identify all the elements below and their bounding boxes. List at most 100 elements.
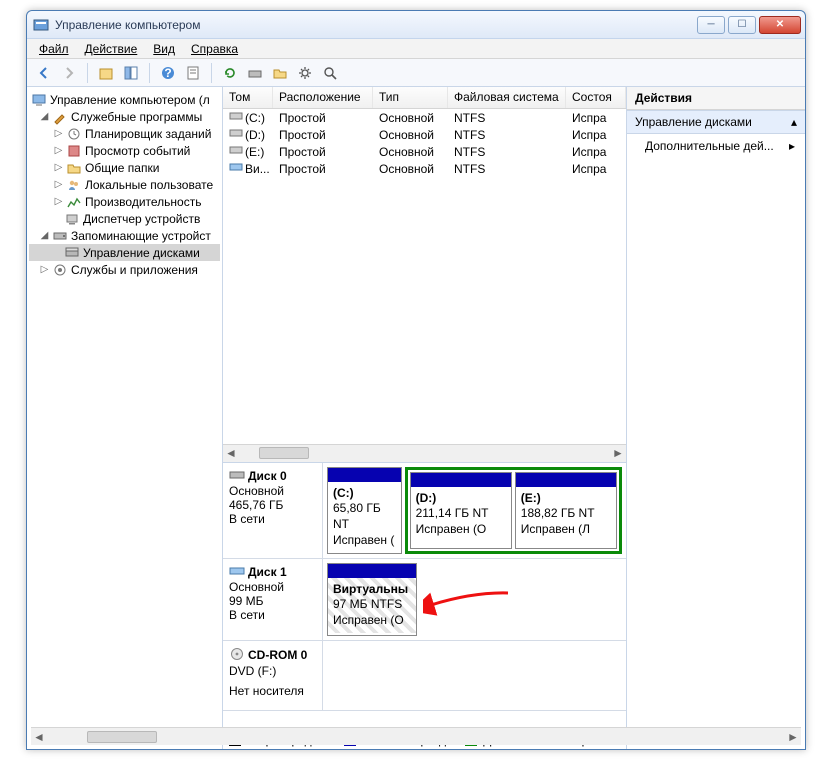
cdrom-row[interactable]: CD-ROM 0 DVD (F:) Нет носителя: [223, 641, 626, 711]
tree-root[interactable]: Управление компьютером (л: [29, 91, 220, 108]
actions-panel: Действия Управление дисками ▴ Дополнител…: [627, 87, 805, 749]
center-panel: Том Расположение Тип Файловая система Со…: [223, 87, 627, 749]
titlebar[interactable]: Управление компьютером ─ ☐ ✕: [27, 11, 805, 39]
volume-icon: [229, 161, 243, 173]
tools-icon: [52, 109, 68, 125]
props-button[interactable]: [182, 62, 204, 84]
storage-icon: [52, 228, 68, 244]
tree-group-storage[interactable]: ◢Запоминающие устройст: [29, 227, 220, 244]
toolbar: ?: [27, 59, 805, 87]
minimize-button[interactable]: ─: [697, 16, 725, 34]
cdrom-info[interactable]: CD-ROM 0 DVD (F:) Нет носителя: [223, 641, 323, 710]
table-row[interactable]: (C:)ПростойОсновнойNTFSИспра: [223, 109, 626, 126]
app-icon: [33, 17, 49, 33]
disk-icon: [229, 469, 245, 484]
disk-0-info[interactable]: Диск 0 Основной 465,76 ГБ В сети: [223, 463, 323, 558]
menu-action[interactable]: Действие: [77, 40, 146, 58]
actions-section[interactable]: Управление дисками ▴: [627, 110, 805, 134]
actions-title: Действия: [627, 87, 805, 110]
window-hscrollbar[interactable]: ◄►: [31, 727, 801, 745]
col-layout[interactable]: Расположение: [273, 87, 373, 108]
tree-group-system-tools[interactable]: ◢ Служебные программы: [29, 108, 220, 125]
diskmgmt-icon: [64, 245, 80, 261]
menubar: Файл Действие Вид Справка: [27, 39, 805, 59]
volume-icon: [229, 127, 243, 139]
event-icon: [66, 143, 82, 159]
col-status[interactable]: Состоя: [566, 87, 626, 108]
nav-tree[interactable]: Управление компьютером (л ◢ Служебные пр…: [27, 87, 223, 749]
volume-icon: [229, 144, 243, 156]
settings-button[interactable]: [294, 62, 316, 84]
perf-icon: [66, 194, 82, 210]
window-buttons: ─ ☐ ✕: [697, 16, 801, 34]
tree-item-scheduler[interactable]: ▷Планировщик заданий: [29, 125, 220, 142]
clock-icon: [66, 126, 82, 142]
partition-d[interactable]: (D:)211,14 ГБ NTИсправен (О: [410, 472, 512, 549]
forward-button[interactable]: [58, 62, 80, 84]
users-icon: [66, 177, 82, 193]
up-button[interactable]: [95, 62, 117, 84]
expand-icon[interactable]: ▷: [53, 128, 64, 139]
maximize-button[interactable]: ☐: [728, 16, 756, 34]
collapse-icon[interactable]: ▴: [791, 115, 797, 129]
disk-icon: [229, 565, 245, 580]
volumes-rows: (C:)ПростойОсновнойNTFSИспра (D:)Простой…: [223, 109, 626, 177]
extended-partition: (D:)211,14 ГБ NTИсправен (О (E:)188,82 Г…: [405, 467, 622, 554]
disk-1-info[interactable]: Диск 1 Основной 99 МБ В сети: [223, 559, 323, 640]
search-button[interactable]: [319, 62, 341, 84]
tree-item-users[interactable]: ▷Локальные пользовате: [29, 176, 220, 193]
expand-icon[interactable]: ▷: [53, 179, 64, 190]
expand-icon[interactable]: ▷: [53, 145, 64, 156]
show-tree-button[interactable]: [120, 62, 142, 84]
close-button[interactable]: ✕: [759, 16, 801, 34]
partition-c[interactable]: (C:)65,80 ГБ NTИсправен (: [327, 467, 402, 554]
services-icon: [52, 262, 68, 278]
volumes-table[interactable]: Том Расположение Тип Файловая система Со…: [223, 87, 626, 177]
expand-icon[interactable]: ▷: [53, 162, 64, 173]
table-hscrollbar[interactable]: ◄►: [223, 444, 626, 462]
computer-icon: [31, 92, 47, 108]
table-row[interactable]: (D:)ПростойОсновнойNTFSИспра: [223, 126, 626, 143]
disk-0-partitions: (C:)65,80 ГБ NTИсправен ( (D:)211,14 ГБ …: [323, 463, 626, 558]
expand-icon[interactable]: ▷: [53, 196, 64, 207]
tree-item-devmgr[interactable]: Диспетчер устройств: [29, 210, 220, 227]
tree-item-diskmgmt[interactable]: Управление дисками: [29, 244, 220, 261]
collapse-icon[interactable]: ◢: [39, 230, 50, 241]
tree-item-perf[interactable]: ▷Производительность: [29, 193, 220, 210]
col-filesystem[interactable]: Файловая система: [448, 87, 566, 108]
tree-item-shared[interactable]: ▷Общие папки: [29, 159, 220, 176]
svg-text:?: ?: [164, 66, 171, 80]
actions-more[interactable]: Дополнительные дей... ▸: [627, 134, 805, 158]
disk-list-button[interactable]: [244, 62, 266, 84]
disk-1-row[interactable]: Диск 1 Основной 99 МБ В сети Виртуальны9…: [223, 559, 626, 641]
folder-icon: [66, 160, 82, 176]
expand-icon[interactable]: ▷: [39, 264, 50, 275]
window: Управление компьютером ─ ☐ ✕ Файл Действ…: [26, 10, 806, 750]
device-icon: [64, 211, 80, 227]
refresh-button[interactable]: [219, 62, 241, 84]
back-button[interactable]: [33, 62, 55, 84]
window-title: Управление компьютером: [55, 18, 697, 32]
menu-view[interactable]: Вид: [145, 40, 183, 58]
menu-file[interactable]: Файл: [31, 40, 77, 58]
partition-virtual[interactable]: Виртуальны97 МБ NTFSИсправен (О: [327, 563, 417, 636]
tree-item-eventviewer[interactable]: ▷Просмотр событий: [29, 142, 220, 159]
disk-0-row[interactable]: Диск 0 Основной 465,76 ГБ В сети (C:)65,…: [223, 463, 626, 559]
volumes-header[interactable]: Том Расположение Тип Файловая система Со…: [223, 87, 626, 109]
disk-map: Диск 0 Основной 465,76 ГБ В сети (C:)65,…: [223, 462, 626, 730]
table-row[interactable]: (E:)ПростойОсновнойNTFSИспра: [223, 143, 626, 160]
partition-e[interactable]: (E:)188,82 ГБ NTИсправен (Л: [515, 472, 617, 549]
help-button[interactable]: ?: [157, 62, 179, 84]
body: Управление компьютером (л ◢ Служебные пр…: [27, 87, 805, 749]
collapse-icon[interactable]: ◢: [39, 111, 50, 122]
volume-icon: [229, 110, 243, 122]
col-volume[interactable]: Том: [223, 87, 273, 108]
tree-group-services[interactable]: ▷Службы и приложения: [29, 261, 220, 278]
annotation-arrow: [423, 587, 513, 617]
open-button[interactable]: [269, 62, 291, 84]
menu-help[interactable]: Справка: [183, 40, 246, 58]
chevron-right-icon: ▸: [789, 139, 795, 153]
col-type[interactable]: Тип: [373, 87, 448, 108]
disk-1-partitions: Виртуальны97 МБ NTFSИсправен (О: [323, 559, 626, 640]
table-row[interactable]: Ви...ПростойОсновнойNTFSИспра: [223, 160, 626, 177]
